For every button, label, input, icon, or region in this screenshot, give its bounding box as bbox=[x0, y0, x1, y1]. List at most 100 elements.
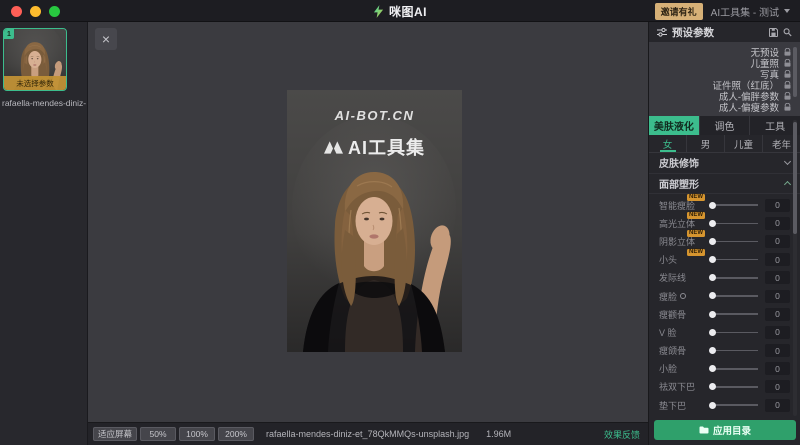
gender-tabs: 女 男 儿童 老年 bbox=[649, 135, 800, 153]
slider-row: V 脸 0 bbox=[649, 323, 800, 341]
feedback-link[interactable]: 效果反馈 bbox=[604, 428, 640, 441]
panel-tab[interactable]: 调色 bbox=[700, 116, 751, 135]
slider-track[interactable] bbox=[711, 350, 758, 352]
gender-tab-label: 女 bbox=[663, 137, 673, 151]
slider-handle[interactable] bbox=[709, 383, 716, 390]
slider-handle[interactable] bbox=[709, 274, 716, 281]
zoom-level-button[interactable]: 200% bbox=[218, 427, 254, 441]
slider-value[interactable]: 0 bbox=[765, 290, 790, 303]
slider-handle[interactable] bbox=[709, 256, 716, 263]
gender-tab-label: 儿童 bbox=[734, 137, 753, 151]
slider-value[interactable]: 0 bbox=[765, 344, 790, 357]
slider-track[interactable] bbox=[711, 404, 758, 406]
slider-track[interactable] bbox=[711, 259, 758, 261]
slider-handle[interactable] bbox=[709, 292, 716, 299]
slider-track[interactable] bbox=[711, 386, 758, 388]
slider-label: 祛双下巴 bbox=[659, 380, 705, 393]
slider-row: NEW 小头 0 bbox=[649, 251, 800, 269]
fit-screen-button[interactable]: 适应屏幕 bbox=[93, 427, 137, 441]
slider-track[interactable] bbox=[711, 313, 758, 315]
slider-label: 瘦脸 bbox=[659, 290, 705, 303]
edited-photo: AI-BOT.CN AI工具集 bbox=[287, 90, 462, 352]
slider-handle[interactable] bbox=[709, 365, 716, 372]
statusbar: 适应屏幕 50%100%200% rafaella-mendes-diniz-e… bbox=[88, 423, 648, 445]
editor-canvas: × AI-BOT.CN bbox=[88, 22, 648, 423]
slider-handle[interactable] bbox=[709, 329, 716, 336]
slider-value[interactable]: 0 bbox=[765, 326, 790, 339]
thumbnail-index-badge: 1 bbox=[4, 29, 14, 39]
lock-icon bbox=[784, 81, 791, 89]
slider-handle[interactable] bbox=[709, 402, 716, 409]
slider-row: 瘦颧骨 0 bbox=[649, 305, 800, 323]
slider-value[interactable]: 0 bbox=[765, 235, 790, 248]
slider-label: 垫下巴 bbox=[659, 399, 705, 412]
slider-track[interactable] bbox=[711, 332, 758, 334]
preset-item[interactable]: 成人-偏瘦参数 bbox=[649, 101, 800, 112]
gender-tab[interactable]: 儿童 bbox=[725, 135, 763, 152]
slider-handle[interactable] bbox=[709, 311, 716, 318]
slider-value[interactable]: 0 bbox=[765, 253, 790, 266]
slider-handle[interactable] bbox=[709, 238, 716, 245]
slider-value[interactable]: 0 bbox=[765, 380, 790, 393]
watermark-brand: AI工具集 bbox=[287, 134, 462, 160]
gender-tab[interactable]: 男 bbox=[687, 135, 725, 152]
titlebar: 咪图AI 邀请有礼 AI工具集 - 测试 bbox=[0, 0, 800, 22]
adjustment-panel: 预设参数 无预设 儿童照 bbox=[648, 22, 800, 445]
lightning-bolt-icon bbox=[373, 5, 384, 18]
slider-track[interactable] bbox=[711, 277, 758, 279]
section-skin-retouch[interactable]: 皮肤修饰 bbox=[649, 153, 800, 174]
slider-value[interactable]: 0 bbox=[765, 271, 790, 284]
apply-directory-button[interactable]: 应用目录 bbox=[654, 420, 796, 440]
main-tabs: 美肤液化 调色 工具 bbox=[649, 116, 800, 135]
chevron-down-icon bbox=[784, 9, 790, 13]
panel-tab[interactable]: 美肤液化 bbox=[649, 116, 700, 135]
slider-row: 小脸 0 bbox=[649, 360, 800, 378]
slider-value[interactable]: 0 bbox=[765, 399, 790, 412]
slider-row: 祛双下巴 0 bbox=[649, 378, 800, 396]
app-name: 咪图AI bbox=[389, 3, 427, 20]
titlebar-right: 邀请有礼 AI工具集 - 测试 bbox=[655, 0, 790, 22]
panel-tab-label: 美肤液化 bbox=[654, 118, 694, 133]
watermark-url: AI-BOT.CN bbox=[287, 108, 462, 123]
slider-handle[interactable] bbox=[709, 202, 716, 209]
statusbar-filesize: 1.96M bbox=[486, 429, 511, 439]
photo-image bbox=[287, 90, 462, 352]
slider-track[interactable] bbox=[711, 368, 758, 370]
panel-tab-label: 工具 bbox=[765, 118, 785, 133]
slider-value[interactable]: 0 bbox=[765, 308, 790, 321]
slider-value[interactable]: 0 bbox=[765, 217, 790, 230]
gender-tab-label: 男 bbox=[701, 137, 711, 151]
invite-button[interactable]: 邀请有礼 bbox=[655, 3, 703, 20]
preset-item-label: 成人-偏瘦参数 bbox=[719, 100, 779, 114]
preset-scrollbar[interactable] bbox=[793, 47, 797, 97]
close-photo-button[interactable]: × bbox=[95, 28, 117, 50]
slider-track[interactable] bbox=[711, 295, 758, 297]
slider-row: NEW 阴影立体 0 bbox=[649, 232, 800, 250]
slider-label: V 脸 bbox=[659, 326, 705, 339]
section-face-shaping[interactable]: 面部塑形 bbox=[649, 174, 800, 195]
gender-tab[interactable]: 女 bbox=[649, 135, 687, 152]
slider-handle[interactable] bbox=[709, 220, 716, 227]
slider-value[interactable]: 0 bbox=[765, 199, 790, 212]
slider-label: 瘦颌骨 bbox=[659, 344, 705, 357]
presets-title: 预设参数 bbox=[672, 25, 764, 40]
lock-icon bbox=[784, 48, 791, 56]
new-badge: NEW bbox=[687, 212, 705, 219]
panel-tab-label: 调色 bbox=[715, 118, 735, 133]
slider-track[interactable] bbox=[711, 223, 758, 225]
preset-list: 无预设 儿童照 写真 证件照（红底） 成人-偏胖参数 成人-偏瘦参数 bbox=[649, 42, 800, 116]
slider-handle[interactable] bbox=[709, 347, 716, 354]
photo-thumbnail[interactable]: 1 未选择参数 bbox=[3, 28, 67, 91]
slider-value[interactable]: 0 bbox=[765, 362, 790, 375]
slider-track[interactable] bbox=[711, 241, 758, 243]
chevron-up-icon bbox=[784, 181, 791, 188]
zoom-level-button[interactable]: 100% bbox=[179, 427, 215, 441]
zoom-level-button[interactable]: 50% bbox=[140, 427, 176, 441]
save-icon[interactable] bbox=[769, 28, 778, 37]
slider-track[interactable] bbox=[711, 204, 758, 206]
account-menu[interactable]: AI工具集 - 测试 bbox=[711, 4, 790, 19]
lock-icon bbox=[784, 103, 791, 111]
search-icon[interactable] bbox=[783, 28, 792, 37]
panel-scrollbar-thumb[interactable] bbox=[793, 122, 797, 234]
slider-label: 瘦颧骨 bbox=[659, 308, 705, 321]
